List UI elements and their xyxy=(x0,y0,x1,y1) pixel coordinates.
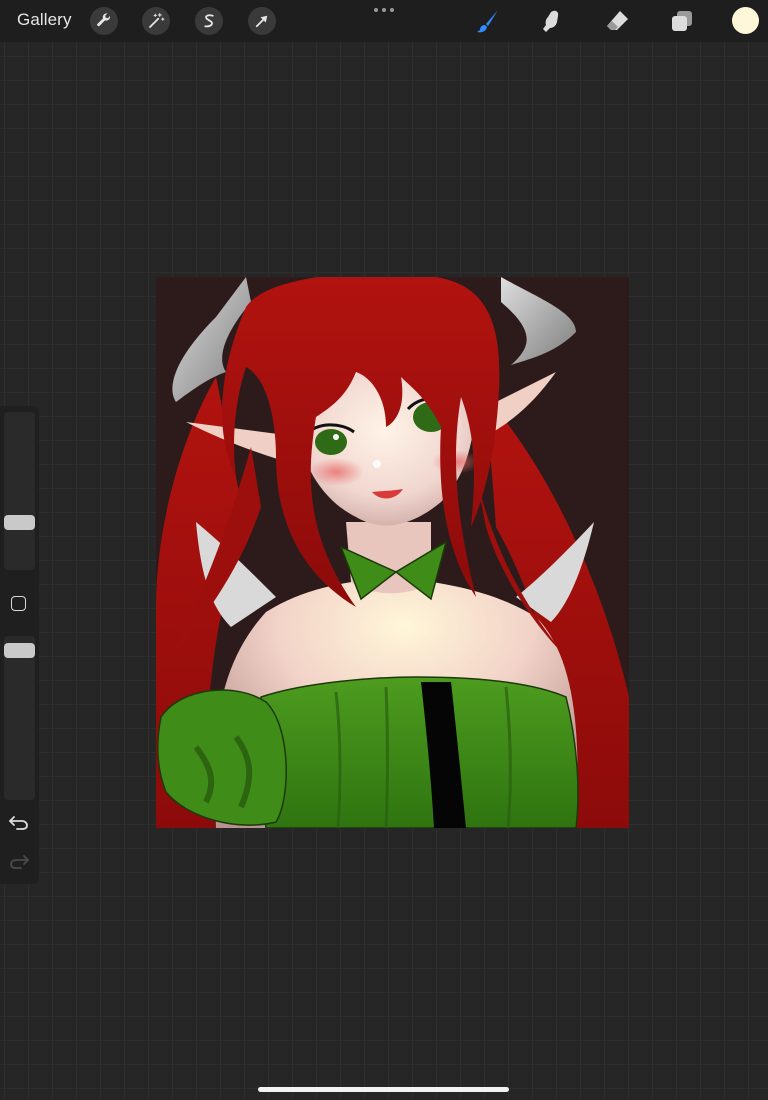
opacity-slider[interactable] xyxy=(4,636,35,800)
selection-s-icon xyxy=(204,14,214,28)
eraser-icon xyxy=(607,11,628,30)
brush-icon xyxy=(477,10,498,33)
undo-arrow-icon[interactable] xyxy=(8,813,30,831)
layers-button[interactable] xyxy=(667,6,697,36)
eraser-tool-button[interactable] xyxy=(602,6,632,36)
redo-arrow-icon[interactable] xyxy=(8,852,30,870)
brush-size-slider-thumb[interactable] xyxy=(4,515,35,530)
artwork-illustration xyxy=(156,277,629,828)
smudge-tool-button[interactable] xyxy=(537,6,567,36)
selection-button[interactable] xyxy=(195,7,223,35)
color-picker-swatch[interactable] xyxy=(732,7,759,34)
top-toolbar: Gallery xyxy=(0,0,768,42)
square-modify-icon[interactable] xyxy=(11,596,26,611)
gallery-button[interactable]: Gallery xyxy=(17,10,72,30)
ellipsis-icon[interactable] xyxy=(372,5,396,15)
actions-button[interactable] xyxy=(90,7,118,35)
procreate-app: Gallery xyxy=(0,0,768,1100)
artwork-canvas[interactable] xyxy=(156,277,629,828)
brush-tool-button[interactable] xyxy=(473,6,503,36)
smudge-finger-icon xyxy=(543,10,559,32)
opacity-slider-thumb[interactable] xyxy=(4,643,35,658)
left-sidebar xyxy=(0,406,39,884)
magic-wand-icon xyxy=(149,12,165,28)
home-indicator[interactable] xyxy=(258,1087,509,1092)
wrench-icon xyxy=(97,13,110,27)
brush-size-slider[interactable] xyxy=(4,412,35,570)
layers-icon xyxy=(672,11,692,31)
transform-button[interactable] xyxy=(248,7,276,35)
adjustments-button[interactable] xyxy=(142,7,170,35)
arrow-cursor-icon xyxy=(255,15,268,28)
